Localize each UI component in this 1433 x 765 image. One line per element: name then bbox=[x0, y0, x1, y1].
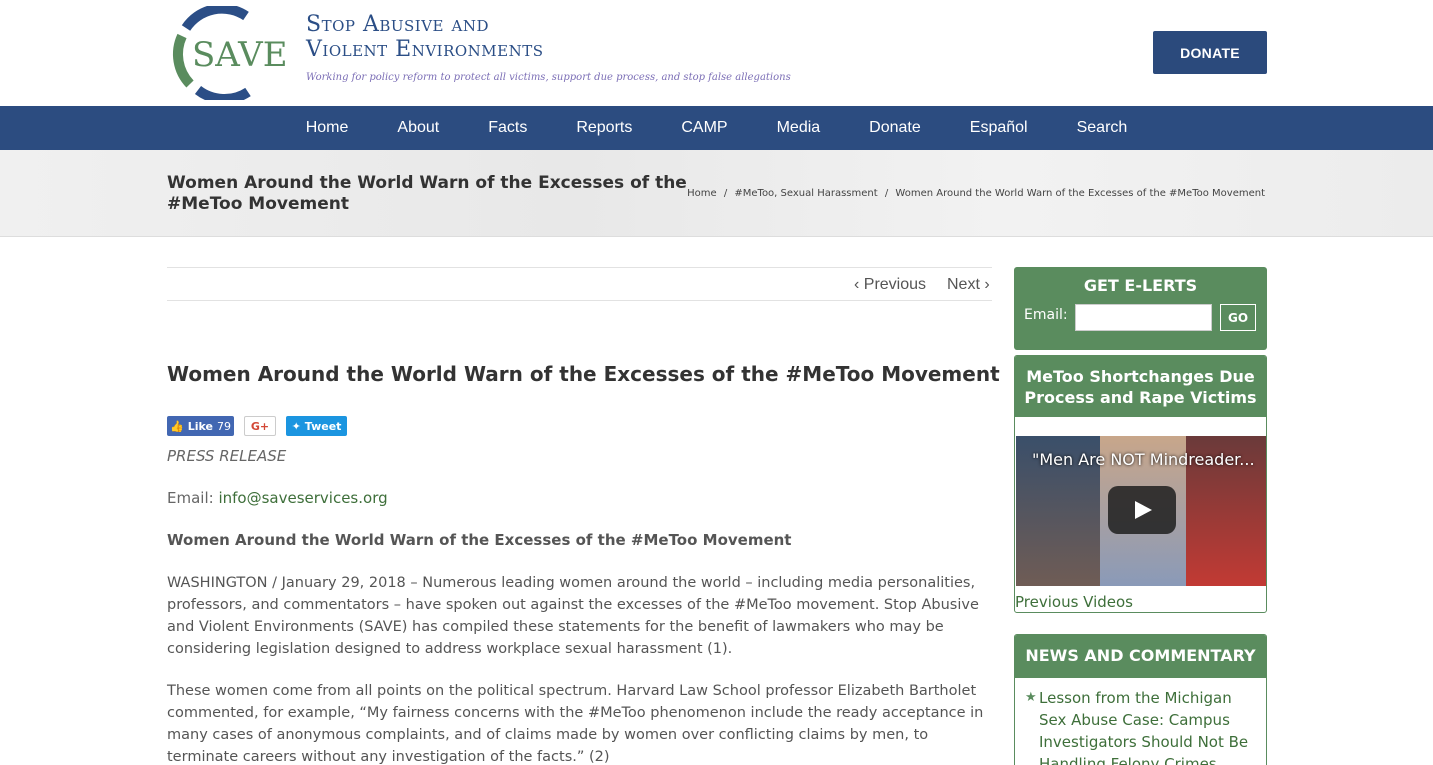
news-widget-title: NEWS AND COMMENTARY bbox=[1015, 635, 1266, 678]
breadcrumb-current: Women Around the World Warn of the Exces… bbox=[895, 188, 1265, 199]
like-count: 79 bbox=[216, 419, 231, 433]
elerts-email-input[interactable] bbox=[1075, 304, 1212, 331]
play-icon[interactable] bbox=[1108, 486, 1176, 534]
like-label: Like bbox=[187, 419, 213, 433]
main-nav: Home About Facts Reports CAMP Media Donate Espa… bbox=[0, 106, 1433, 150]
thumbs-up-icon: 👍 bbox=[170, 419, 184, 433]
news-item[interactable]: ★ Lesson from the Michigan Sex Abuse Cas… bbox=[1025, 687, 1255, 765]
site-header: SAVE Stop Abusive and Violent Environmen… bbox=[0, 0, 1433, 106]
chevron-right-icon: › bbox=[984, 276, 990, 293]
previous-link[interactable]: ‹ Previous bbox=[854, 276, 926, 294]
facebook-like-button[interactable]: 👍 Like 79 bbox=[167, 416, 234, 436]
nav-item-home[interactable]: Home bbox=[281, 106, 373, 150]
contact-email: Email: info@saveservices.org bbox=[167, 489, 388, 507]
article-subtitle: Women Around the World Warn of the Exces… bbox=[167, 531, 792, 549]
article-title: Women Around the World Warn of the Exces… bbox=[167, 362, 1000, 386]
previous-label: Previous bbox=[863, 276, 927, 293]
breadcrumb-category[interactable]: #MeToo, Sexual Harassment bbox=[734, 188, 877, 199]
video-player[interactable]: "Men Are NOT Mindreader... bbox=[1016, 436, 1266, 586]
page-titlebar: Women Around the World Warn of the Exces… bbox=[0, 150, 1433, 237]
nav-item-espa-ol[interactable]: Español bbox=[945, 106, 1052, 150]
twitter-bird-icon: ✦ bbox=[291, 419, 301, 433]
divider bbox=[167, 300, 992, 301]
article-paragraph: WASHINGTON / January 29, 2018 – Numerous… bbox=[167, 575, 979, 657]
logo-text: SAVE bbox=[192, 35, 288, 75]
divider bbox=[167, 267, 992, 268]
video-widget-title: MeToo Shortchanges Due Process and Rape … bbox=[1015, 356, 1266, 417]
nav-item-media[interactable]: Media bbox=[752, 106, 845, 150]
org-name[interactable]: Stop Abusive and Violent Environments bbox=[306, 12, 544, 62]
news-item-text: Lesson from the Michigan Sex Abuse Case:… bbox=[1039, 689, 1249, 765]
google-plus-button[interactable]: G+ bbox=[244, 416, 276, 436]
elerts-title: GET E-LERTS bbox=[1083, 276, 1198, 295]
elerts-email-label: Email: bbox=[1024, 307, 1068, 323]
chevron-left-icon: ‹ bbox=[854, 276, 860, 293]
press-release-label: PRESS RELEASE bbox=[167, 447, 287, 465]
breadcrumb-separator: / bbox=[884, 188, 889, 199]
nav-item-facts[interactable]: Facts bbox=[464, 106, 552, 150]
email-label: Email: bbox=[167, 489, 214, 507]
next-link[interactable]: Next › bbox=[947, 276, 990, 294]
nav-item-search[interactable]: Search bbox=[1052, 106, 1152, 150]
video-widget: MeToo Shortchanges Due Process and Rape … bbox=[1014, 355, 1267, 613]
page-title: Women Around the World Warn of the Exces… bbox=[167, 173, 687, 214]
article-paragraph: These women come from all points on the … bbox=[167, 683, 984, 765]
next-label: Next bbox=[947, 276, 980, 293]
news-widget: NEWS AND COMMENTARY ★ Lesson from the Mi… bbox=[1014, 634, 1267, 765]
elerts-go-button[interactable]: GO bbox=[1220, 304, 1256, 331]
video-title[interactable]: "Men Are NOT Mindreader... bbox=[1032, 450, 1255, 469]
nav-item-reports[interactable]: Reports bbox=[552, 106, 657, 150]
breadcrumb-separator: / bbox=[723, 188, 728, 199]
nav-item-about[interactable]: About bbox=[373, 106, 464, 150]
tweet-button[interactable]: ✦ Tweet bbox=[286, 416, 347, 436]
org-name-line2: Violent Environments bbox=[306, 37, 544, 62]
nav-item-camp[interactable]: CAMP bbox=[657, 106, 752, 150]
breadcrumb: Home / #MeToo, Sexual Harassment / Women… bbox=[685, 188, 1267, 199]
tweet-label: Tweet bbox=[304, 419, 342, 433]
email-link[interactable]: info@saveservices.org bbox=[218, 489, 387, 507]
tagline: Working for policy reform to protect all… bbox=[306, 72, 791, 83]
donate-button[interactable]: DONATE bbox=[1153, 31, 1267, 74]
previous-videos-link[interactable]: Previous Videos bbox=[1015, 593, 1133, 611]
nav-item-donate[interactable]: Donate bbox=[845, 106, 946, 150]
org-name-line1: Stop Abusive and bbox=[306, 12, 489, 37]
save-logo[interactable]: SAVE bbox=[168, 6, 292, 100]
breadcrumb-home[interactable]: Home bbox=[687, 188, 717, 199]
star-icon: ★ bbox=[1025, 690, 1037, 705]
elerts-signup: GET E-LERTS Email: GO bbox=[1014, 267, 1267, 350]
